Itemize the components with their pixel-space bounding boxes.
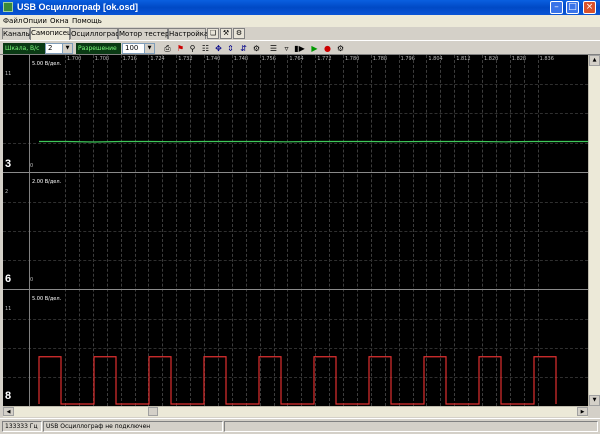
wrench-icon[interactable]: ⚒ <box>220 28 232 39</box>
vertical-scrollbar[interactable]: ▲ ▼ <box>588 55 600 406</box>
settings-icon[interactable]: ⚙ <box>251 43 262 54</box>
record-icon[interactable]: ● <box>322 43 333 54</box>
trace-channel-3 <box>39 140 588 143</box>
move-icon[interactable]: ✥ <box>213 43 224 54</box>
tab-channels[interactable]: Каналы <box>2 28 31 39</box>
lines-icon[interactable]: ☰ <box>268 43 279 54</box>
menu-help[interactable]: Помощь <box>72 17 102 25</box>
chevron-down-icon: ▼ <box>62 44 72 53</box>
step-icon[interactable]: ▮▶ <box>294 43 305 54</box>
tab-settings[interactable]: Настройка <box>168 28 208 39</box>
scroll-down-icon[interactable]: ▼ <box>589 395 600 406</box>
scroll-up-icon[interactable]: ▲ <box>589 55 600 66</box>
maximize-button[interactable]: □ <box>566 1 579 14</box>
filter-icon[interactable]: ▿ <box>281 43 292 54</box>
resolution-select[interactable]: 100 ▼ <box>122 43 155 54</box>
status-bar: 133333 Гц USB Осциллограф не подключен <box>0 418 600 434</box>
status-connection: USB Осциллограф не подключен <box>43 421 223 432</box>
status-empty <box>224 421 598 432</box>
tools-icon[interactable]: ⚙ <box>233 28 245 39</box>
menu-file[interactable]: Файл <box>3 17 22 25</box>
toolbar: Шкала, В/с 2 ▼ Разрешение 100 ▼ ⎙ ⚑ ⚲ ☷ … <box>0 40 600 55</box>
horizontal-scrollbar[interactable]: ◀ ▶ <box>3 406 588 417</box>
zoom-icon[interactable]: ⚲ <box>187 43 198 54</box>
scale-select[interactable]: 2 ▼ <box>45 43 73 54</box>
scroll-left-icon[interactable]: ◀ <box>3 407 14 416</box>
scale-label: Шкала, В/с <box>3 43 45 54</box>
tab-row: Каналы Самописец Осциллограф Мотор тесте… <box>0 27 600 40</box>
scale-down-icon[interactable]: ⇵ <box>238 43 249 54</box>
minimize-button[interactable]: – <box>550 1 563 14</box>
scale-up-icon[interactable]: ⇕ <box>225 43 236 54</box>
gear-icon[interactable]: ⚙ <box>335 43 346 54</box>
scale-value: 2 <box>48 44 53 52</box>
cursor-icon[interactable]: ☷ <box>200 43 211 54</box>
title-bar: USB Осциллограф [ok.osd] – □ × <box>0 0 600 15</box>
resolution-label: Разрешение <box>76 43 121 54</box>
menu-options[interactable]: Опции <box>23 17 47 25</box>
flag-icon[interactable]: ⚑ <box>175 43 186 54</box>
scroll-thumb[interactable] <box>148 407 158 416</box>
close-button[interactable]: × <box>583 1 596 14</box>
window-title: USB Осциллограф [ok.osd] <box>17 2 139 12</box>
chevron-down-icon: ▼ <box>144 44 154 53</box>
scroll-right-icon[interactable]: ▶ <box>577 407 588 416</box>
resolution-value: 100 <box>125 44 139 52</box>
menu-windows[interactable]: Окна <box>50 17 69 25</box>
trace-layer <box>38 140 588 405</box>
tab-recorder[interactable]: Самописец <box>30 27 72 40</box>
tab-motor-tester[interactable]: Мотор тестер <box>118 28 169 39</box>
status-frequency: 133333 Гц <box>2 421 42 432</box>
tab-oscilloscope[interactable]: Осциллограф <box>70 28 121 39</box>
trace-channel-8 <box>38 356 557 405</box>
copy-icon[interactable]: ❏ <box>207 28 219 39</box>
scope-display[interactable]: 1.700 1.708 1.716 1.724 1.732 1.740 1.748 1.756… <box>3 55 588 406</box>
app-icon <box>3 2 13 12</box>
play-icon[interactable]: ▶ <box>309 43 320 54</box>
print-icon[interactable]: ⎙ <box>162 43 173 54</box>
